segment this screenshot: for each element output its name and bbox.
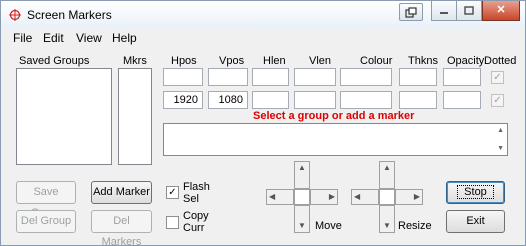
menu-view[interactable]: View [76,31,102,45]
check-icon: ✓ [168,187,177,198]
menu-edit[interactable]: Edit [43,31,64,45]
vlen-header: Vlen [309,55,332,67]
saved-groups-list[interactable] [16,68,112,165]
move-label: Move [315,220,342,232]
arrow-left-icon: ◀ [269,192,276,201]
markers-list[interactable] [118,68,152,165]
resize-down-button[interactable]: ▼ [379,205,395,233]
copy-window-icon [405,7,417,18]
arrow-down-icon: ▼ [298,221,306,230]
menu-file[interactable]: File [13,31,32,45]
arrow-right-icon: ▶ [413,192,420,201]
copy-curr-checkbox[interactable] [166,216,179,229]
move-up-button[interactable]: ▲ [294,161,310,189]
hpos-field-row2[interactable]: 1920 [163,91,203,109]
close-icon: ✕ [496,4,506,16]
check-icon: ✓ [493,95,502,106]
hlen-field-row1[interactable] [252,68,289,86]
del-group-button[interactable]: Del Group [16,210,76,233]
title-bar: Screen Markers ✕ [1,1,525,29]
crosshair-app-icon [9,9,21,21]
vlen-field-row1[interactable] [294,68,336,86]
resize-left-button[interactable]: ◀ [351,189,379,205]
restore-pin-button[interactable] [399,3,423,21]
exit-button[interactable]: Exit [446,210,505,233]
arrow-right-icon: ▶ [328,192,335,201]
colour-header: Colour [360,55,393,67]
minimize-button[interactable] [431,1,457,21]
vpos-field-row1[interactable] [208,68,248,86]
window-title: Screen Markers [27,8,112,22]
resize-center [379,189,395,205]
scroll-up-icon[interactable]: ▲ [497,127,504,134]
vpos-field-row2[interactable]: 1080 [208,91,248,109]
flash-sel-checkbox[interactable]: ✓ [166,186,179,199]
move-center [294,189,310,205]
stop-button[interactable]: Stop [446,181,505,204]
flash-sel-label: Flash Sel [183,181,210,205]
move-left-button[interactable]: ◀ [266,189,294,205]
resize-up-button[interactable]: ▲ [379,161,395,189]
menu-bar: File Edit View Help [1,29,525,47]
mkrs-label: Mkrs [123,55,147,67]
hlen-field-row2[interactable] [252,91,289,109]
vpos-header: Vpos [219,55,245,67]
stop-button-label: Stop [457,185,494,199]
hpos-header: Hpos [171,55,197,67]
maximize-icon [464,6,474,15]
dotted-checkbox-row2[interactable]: ✓ [491,94,504,107]
dotted-header: Dotted [484,55,517,67]
scroll-down-icon[interactable]: ▼ [497,145,504,152]
add-marker-button[interactable]: Add Marker [91,181,152,204]
arrow-up-icon: ▲ [383,163,391,172]
vlen-field-row2[interactable] [294,91,336,109]
colour-field-row1[interactable] [340,68,392,86]
close-button[interactable]: ✕ [482,1,520,21]
hlen-header: Hlen [263,55,286,67]
menu-help[interactable]: Help [112,31,137,45]
save-group-button[interactable]: Save Group [16,181,76,219]
screen-markers-window: Screen Markers ✕ File Edit View Help Sav… [0,0,526,246]
colour-field-row2[interactable] [340,91,392,109]
saved-groups-label: Saved Groups [19,55,90,67]
move-down-button[interactable]: ▼ [294,205,310,233]
thkns-field-row1[interactable] [399,68,437,86]
resize-label: Resize [398,220,432,232]
arrow-up-icon: ▲ [298,163,306,172]
move-right-button[interactable]: ▶ [310,189,338,205]
notes-textarea[interactable]: ▲ ▼ [163,123,508,156]
check-icon: ✓ [493,72,502,83]
arrow-left-icon: ◀ [354,192,361,201]
maximize-button[interactable] [456,1,482,21]
opacity-field-row2[interactable] [443,91,481,109]
opacity-field-row1[interactable] [443,68,481,86]
hpos-field-row1[interactable] [163,68,203,86]
opacity-header: Opacity [447,55,485,67]
dotted-checkbox-row1[interactable]: ✓ [491,71,504,84]
copy-curr-label: Copy Curr [183,210,209,234]
thkns-field-row2[interactable] [399,91,437,109]
thkns-header: Thkns [408,55,438,67]
minimize-icon [440,12,448,14]
del-markers-button[interactable]: Del Markers [91,210,152,245]
status-message: Select a group or add a marker [253,110,415,122]
arrow-down-icon: ▼ [383,221,391,230]
resize-right-button[interactable]: ▶ [395,189,423,205]
